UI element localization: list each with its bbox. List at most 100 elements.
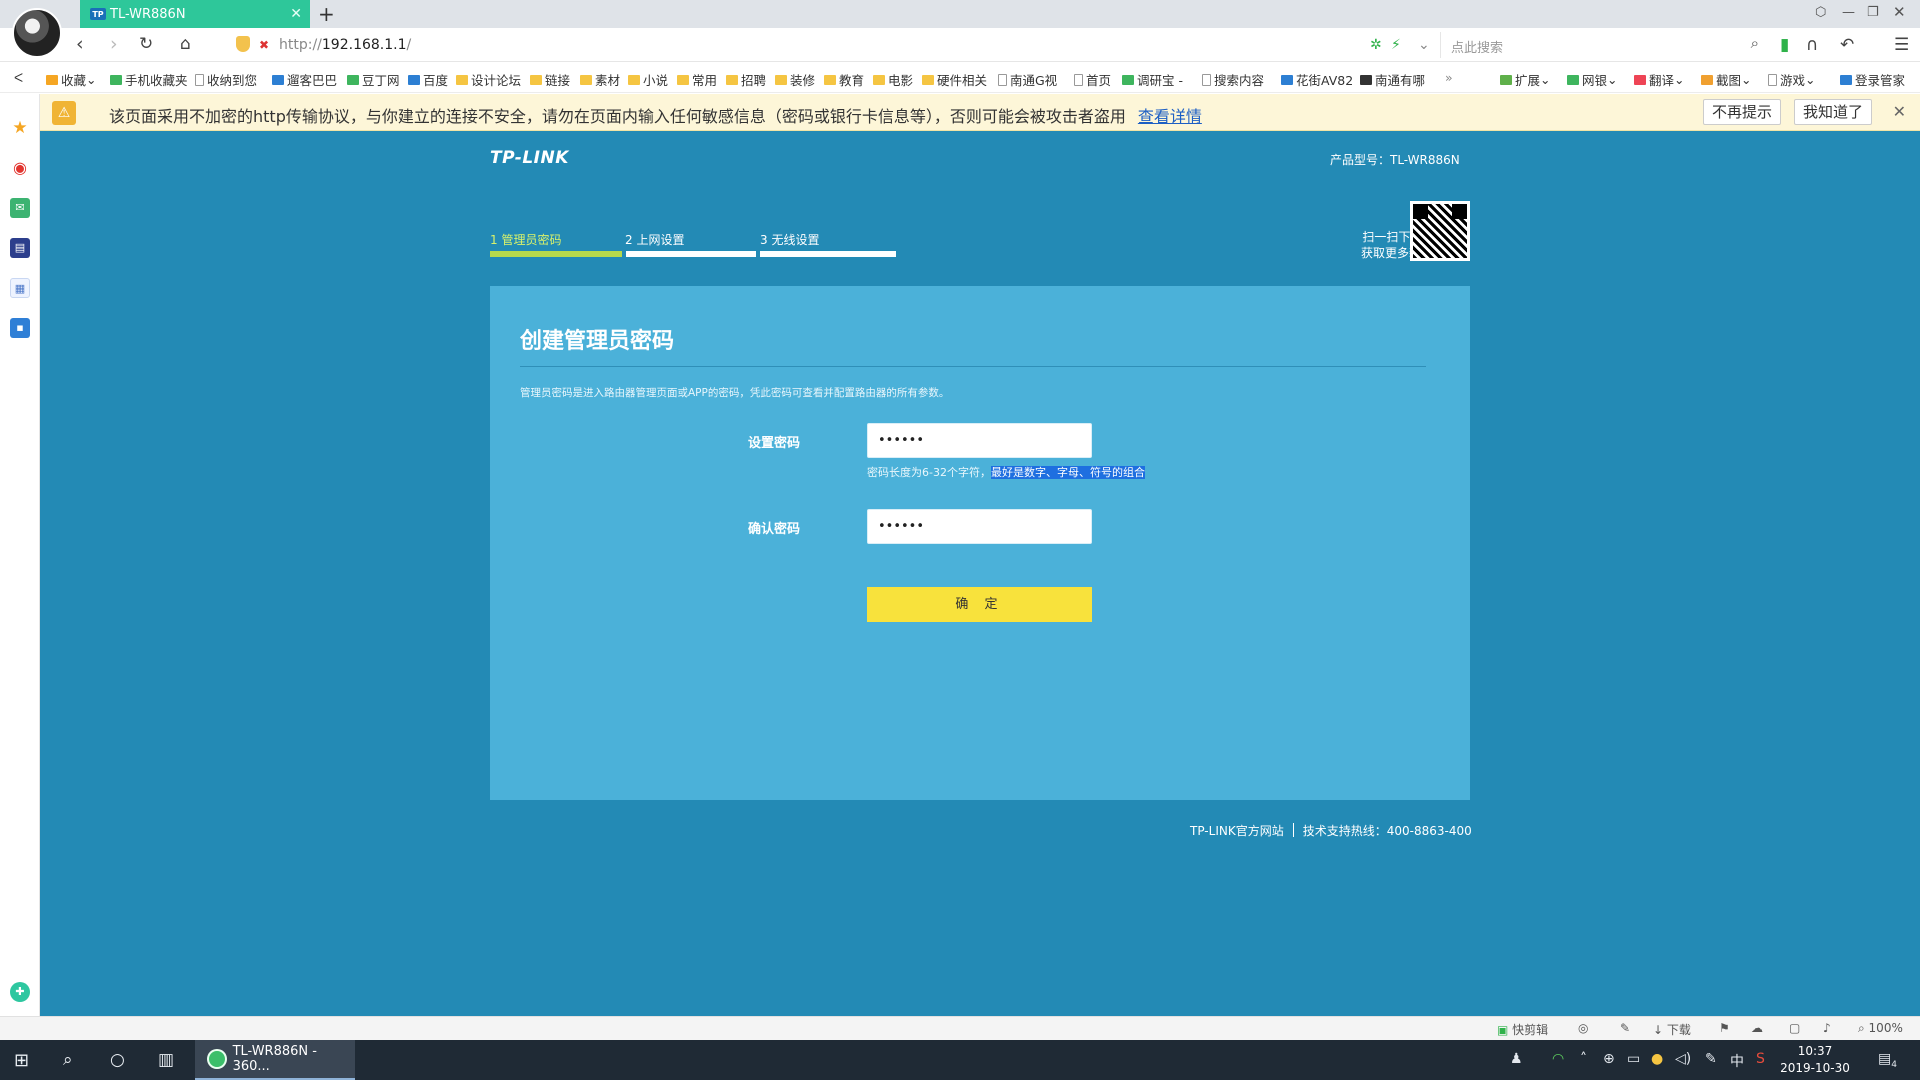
battery-icon[interactable]: ▭ — [1627, 1051, 1640, 1067]
pin-icon[interactable]: ✎ — [1620, 1021, 1630, 1035]
hint-selected-text: 最好是数字、字母、符号的组合 — [990, 466, 1145, 479]
bookmark-item[interactable]: 首页 — [1074, 70, 1111, 89]
network-icon[interactable]: ⊕ — [1603, 1051, 1615, 1067]
task-view-icon[interactable]: ▥ — [158, 1050, 174, 1070]
chat-icon[interactable]: ▪ — [10, 318, 30, 338]
wifi-icon[interactable]: ◠ — [1552, 1051, 1564, 1067]
taskbar-app-360browser[interactable]: TL-WR886N - 360... — [195, 1040, 355, 1080]
chevron-down-icon[interactable]: ⌄ — [1418, 37, 1430, 53]
download-button[interactable]: ↓ 下载 — [1653, 1021, 1691, 1038]
bookmark-item[interactable]: 收纳到您 — [195, 70, 257, 89]
reload-button[interactable]: ↻ — [139, 34, 153, 54]
back-button[interactable]: ‹ — [76, 33, 84, 55]
assistant-icon[interactable]: ✚ — [10, 982, 30, 1002]
minimize-button[interactable]: — — [1842, 5, 1855, 20]
quick-edit-button[interactable]: ▣ 快剪辑 — [1497, 1021, 1548, 1038]
pen-icon[interactable]: ✎ — [1705, 1051, 1717, 1067]
view-details-link[interactable]: 查看详情 — [1138, 107, 1202, 126]
bookmark-item[interactable]: 搜索内容 — [1202, 70, 1264, 89]
bookmark-item[interactable]: 南通有哪 — [1360, 70, 1425, 89]
search-input[interactable]: 点此搜索 — [1451, 37, 1503, 56]
accelerate-icon[interactable]: ◎ — [1578, 1021, 1588, 1035]
windows-start-icon[interactable]: ⊞ — [14, 1050, 29, 1071]
bookmark-item[interactable]: 花街AV82 — [1281, 70, 1353, 89]
step-progress-3 — [760, 251, 896, 257]
url-field[interactable]: http://192.168.1.1/ — [279, 37, 411, 53]
flag-icon[interactable]: ⚑ — [1719, 1021, 1730, 1035]
menu-icon[interactable]: ☰ — [1894, 35, 1909, 55]
notes-icon[interactable]: ▦ — [10, 278, 30, 298]
confirm-password-input[interactable]: •••••• — [867, 509, 1092, 544]
close-window-button[interactable]: ✕ — [1893, 3, 1906, 21]
forward-button[interactable]: › — [110, 33, 118, 55]
bookmark-folder[interactable]: 招聘 — [726, 70, 766, 89]
search-icon[interactable]: ⌕ — [1751, 34, 1759, 52]
tool-translate[interactable]: 翻译 ⌄ — [1634, 70, 1685, 89]
close-icon[interactable]: ✕ — [1893, 102, 1906, 121]
home-button[interactable]: ⌂ — [180, 34, 191, 54]
bookmark-folder[interactable]: 装修 — [775, 70, 815, 89]
bookmark-folder[interactable]: 素材 — [580, 70, 620, 89]
bookmark-item[interactable]: 收藏 ⌄ — [46, 70, 97, 89]
bookmarks-overflow-button[interactable]: » — [1445, 70, 1453, 85]
bookmark-item[interactable]: 手机收藏夹 — [110, 70, 188, 89]
favorites-star-icon[interactable]: ★ — [10, 118, 30, 138]
search-box[interactable]: 点此搜索 ⌕ — [1440, 32, 1765, 58]
bookmark-folder[interactable]: 设计论坛 — [456, 70, 521, 89]
tool-login-manager[interactable]: 登录管家 — [1840, 70, 1905, 89]
chevron-up-icon[interactable]: ˄ — [1580, 1051, 1587, 1067]
bookmark-folder[interactable]: 硬件相关 — [922, 70, 987, 89]
undo-icon[interactable]: ↶ — [1840, 35, 1854, 55]
tool-games[interactable]: 游戏 ⌄ — [1768, 70, 1816, 89]
skin-icon[interactable]: ⬡ — [1815, 5, 1826, 20]
product-model: 产品型号：TL-WR886N — [1330, 153, 1460, 167]
cortana-icon[interactable]: ○ — [110, 1050, 125, 1070]
bookmark-folder[interactable]: 常用 — [677, 70, 717, 89]
tool-screenshot[interactable]: 截图 ⌄ — [1701, 70, 1752, 89]
sidebar-toggle-icon[interactable]: ᐸ — [14, 70, 23, 85]
notification-center-icon[interactable]: ▤4 — [1878, 1051, 1897, 1070]
zoom-control[interactable]: ⌕ 100% — [1858, 1021, 1903, 1036]
dont-show-again-button[interactable]: 不再提示 — [1703, 99, 1782, 125]
restore-button[interactable]: ❐ — [1867, 5, 1879, 20]
lightning-icon[interactable]: ⚡ — [1391, 37, 1401, 53]
window-icon[interactable]: ▢ — [1789, 1021, 1800, 1035]
user-avatar[interactable] — [12, 8, 62, 58]
bookmark-item[interactable]: 百度 — [408, 70, 448, 89]
official-site-link[interactable]: TP-LINK官方网站 — [1190, 824, 1284, 838]
confirm-button[interactable]: 确 定 — [867, 587, 1092, 622]
bookmark-folder[interactable]: 链接 — [530, 70, 570, 89]
bookmark-item[interactable]: 南通G视 — [998, 70, 1057, 89]
set-password-input[interactable]: •••••• — [867, 423, 1092, 458]
bookmark-folder[interactable]: 小说 — [628, 70, 668, 89]
tool-ebank[interactable]: 网银 ⌄ — [1567, 70, 1618, 89]
bookmark-item[interactable]: 调研宝 - — [1122, 70, 1183, 89]
security-tray-icon[interactable]: ● — [1651, 1051, 1663, 1067]
sound-icon[interactable]: ♪ — [1823, 1021, 1831, 1035]
mail-icon[interactable]: ✉ — [10, 198, 30, 218]
headset-icon[interactable]: ∩ — [1806, 35, 1818, 55]
cloud-icon[interactable]: ☁ — [1751, 1021, 1763, 1035]
speed-mode-icon[interactable]: ✲ — [1370, 37, 1382, 53]
bookmark-item[interactable]: 遛客巴巴 — [272, 70, 337, 89]
tab-close-icon[interactable]: ✕ — [290, 6, 302, 22]
system-clock[interactable]: 10:37 2019-10-30 — [1780, 1043, 1850, 1077]
got-it-button[interactable]: 我知道了 — [1794, 99, 1873, 125]
news-icon[interactable]: ▤ — [10, 238, 30, 258]
bookmark-folder[interactable]: 教育 — [824, 70, 864, 89]
bookmark-folder[interactable]: 电影 — [873, 70, 913, 89]
search-icon[interactable]: ⌕ — [63, 1050, 73, 1070]
browser-tab-active[interactable]: TP TL-WR886N ✕ — [80, 0, 310, 28]
bookmark-item[interactable]: 豆丁网 — [347, 70, 400, 89]
ime-indicator[interactable]: 中 — [1730, 1051, 1744, 1071]
sogou-ime-icon[interactable]: S — [1756, 1051, 1765, 1067]
volume-icon[interactable]: ◁) — [1675, 1051, 1691, 1067]
people-icon[interactable]: ♟ — [1510, 1051, 1523, 1067]
security-shield-icon[interactable] — [236, 36, 250, 52]
gamepad-icon — [1768, 73, 1777, 86]
weibo-icon[interactable]: ◉ — [10, 158, 30, 178]
new-tab-button[interactable]: + — [318, 2, 335, 26]
password-hint: 密码长度为6-32个字符，最好是数字、字母、符号的组合 — [867, 464, 1145, 480]
battery-icon[interactable]: ▮ — [1780, 35, 1789, 55]
tool-extensions[interactable]: 扩展 ⌄ — [1500, 70, 1551, 89]
